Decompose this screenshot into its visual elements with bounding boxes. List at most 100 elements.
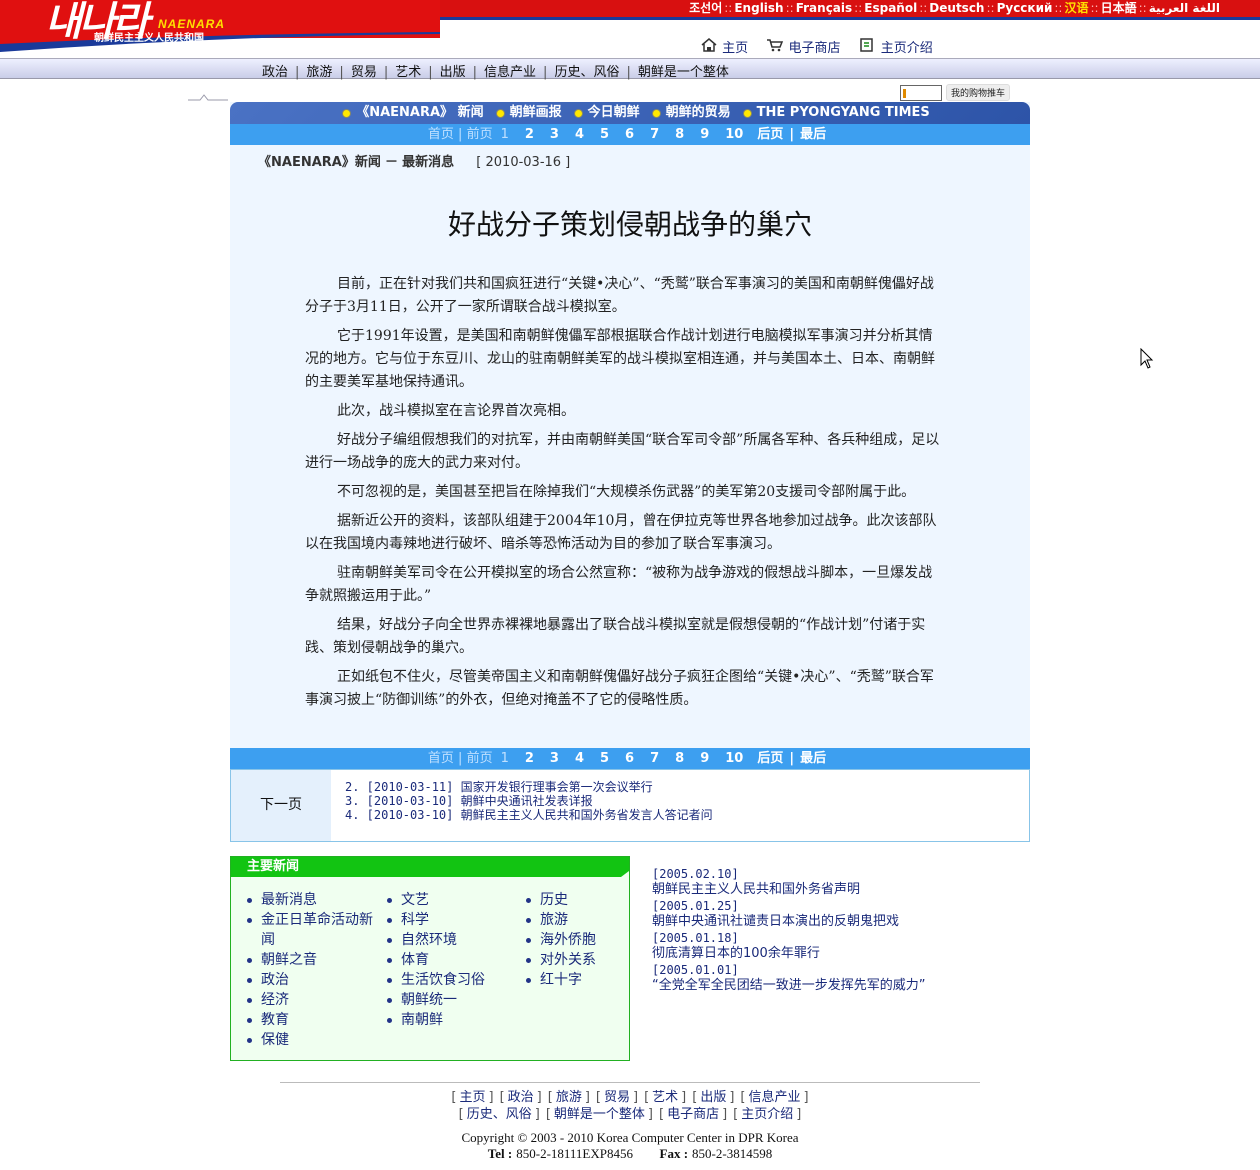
nav-item[interactable]: 信息产业 <box>484 65 536 80</box>
section-link[interactable]: THE PYONGYANG TIMES <box>757 105 930 120</box>
footer-bracket: [ <box>740 1090 746 1105</box>
footer-link[interactable]: 出版 <box>700 1090 726 1105</box>
pager-prev[interactable]: 前页 <box>467 751 493 766</box>
nav-item[interactable]: 历史、风俗 <box>554 65 619 80</box>
pager-last[interactable]: 最后 <box>794 127 832 142</box>
breadcrumb-section[interactable]: 最新消息 <box>402 155 454 170</box>
language-link[interactable]: 조선어 <box>689 1 722 15</box>
shopping-cart[interactable]: 我的购物推车 <box>900 84 1011 101</box>
pager-prev[interactable]: 前页 <box>467 127 493 142</box>
news-category-link[interactable]: 保健 <box>247 1030 377 1050</box>
pager-page[interactable]: 7 <box>642 751 667 766</box>
pager-page[interactable]: 6 <box>617 127 642 142</box>
footer-link[interactable]: 旅游 <box>556 1090 582 1105</box>
footer-link[interactable]: 电子商店 <box>667 1107 719 1122</box>
pager-page[interactable]: 2 <box>517 127 542 142</box>
news-category-link[interactable]: 政治 <box>247 970 377 990</box>
news-category-link[interactable]: 最新消息 <box>247 890 377 910</box>
pager-page[interactable]: 4 <box>567 751 592 766</box>
pager-page[interactable]: 6 <box>617 751 642 766</box>
language-link[interactable]: Español <box>864 1 917 15</box>
footer-link[interactable]: 信息产业 <box>749 1090 801 1105</box>
pager-page[interactable]: 8 <box>667 127 692 142</box>
news-category-link[interactable]: 科学 <box>387 910 507 930</box>
top-link-about[interactable]: 主页介绍 <box>859 38 933 56</box>
pager-page[interactable]: 5 <box>592 127 617 142</box>
section-link[interactable]: 今日朝鲜 <box>588 105 640 120</box>
footer-bracket: [ <box>458 1107 464 1122</box>
news-category-link[interactable]: 南朝鲜 <box>387 1010 507 1030</box>
news-category-link[interactable]: 历史 <box>526 890 616 910</box>
pager-page[interactable]: 10 <box>717 751 751 766</box>
news-category-link[interactable]: 金正日革命活动新闻 <box>247 910 377 950</box>
news-category-link[interactable]: 教育 <box>247 1010 377 1030</box>
archive-link[interactable]: “全党全军全民团结一致进一步发挥先军的威力” <box>652 978 982 994</box>
pager-page[interactable]: 3 <box>542 751 567 766</box>
archive-link[interactable]: 朝鲜中央通讯社谴责日本演出的反朝鬼把戏 <box>652 914 982 930</box>
breadcrumb-source[interactable]: 《NAENARA》新闻 <box>258 155 381 170</box>
pager-current: 1 <box>500 127 509 142</box>
pager-page[interactable]: 9 <box>692 127 717 142</box>
footer-link[interactable]: 主页介绍 <box>741 1107 793 1122</box>
archive-link[interactable]: 朝鲜民主主义人民共和国外务省声明 <box>652 882 982 898</box>
pager-page[interactable]: 2 <box>517 751 542 766</box>
news-category-link[interactable]: 朝鲜之音 <box>247 950 377 970</box>
pager-page[interactable]: 4 <box>567 127 592 142</box>
next-article-link[interactable]: 4. [2010-03-10] 朝鲜民主主义人民共和国外务省发言人答记者问 <box>345 808 713 822</box>
language-link[interactable]: اللغة العربية <box>1149 1 1220 15</box>
news-category-link[interactable]: 文艺 <box>387 890 507 910</box>
pager-page[interactable]: 9 <box>692 751 717 766</box>
footer-link[interactable]: 历史、风俗 <box>467 1107 532 1122</box>
section-link[interactable]: 《NAENARA》 新闻 <box>356 105 483 120</box>
language-link[interactable]: 日本語 <box>1101 1 1137 15</box>
footer-link[interactable]: 艺术 <box>652 1090 678 1105</box>
pager-next[interactable]: 后页 <box>751 751 789 766</box>
nav-item[interactable]: 出版 <box>440 65 466 80</box>
footer-link[interactable]: 贸易 <box>604 1090 630 1105</box>
footer-link[interactable]: 政治 <box>508 1090 534 1105</box>
news-category-link[interactable]: 海外侨胞 <box>526 930 616 950</box>
language-link[interactable]: 汉语 <box>1064 1 1088 15</box>
next-article-link[interactable]: 3. [2010-03-10] 朝鲜中央通讯社发表详报 <box>345 794 713 808</box>
footer-link[interactable]: 主页 <box>459 1090 485 1105</box>
pager-first[interactable]: 首页 <box>428 751 454 766</box>
news-category-link[interactable]: 对外关系 <box>526 950 616 970</box>
pager-page[interactable]: 5 <box>592 751 617 766</box>
top-link-shop[interactable]: 电子商店 <box>766 39 844 56</box>
nav-item[interactable]: 旅游 <box>306 65 332 80</box>
news-category-link[interactable]: 红十字 <box>526 970 616 990</box>
nav-item[interactable]: 艺术 <box>395 65 421 80</box>
pager-last[interactable]: 最后 <box>794 751 832 766</box>
pager-first[interactable]: 首页 <box>428 127 454 142</box>
language-link[interactable]: Русский <box>997 1 1053 15</box>
archive-link[interactable]: 彻底清算日本的100余年罪行 <box>652 946 982 962</box>
next-article-link[interactable]: 2. [2010-03-11] 国家开发银行理事会第一次会议举行 <box>345 780 713 794</box>
nav-item[interactable]: 政治 <box>262 65 288 80</box>
pager-page[interactable]: 3 <box>542 127 567 142</box>
article-paragraph: 结果，好战分子向全世界赤裸裸地暴露出了联合战斗模拟室就是假想侵朝的“作战计划”付… <box>305 617 926 656</box>
language-link[interactable]: Deutsch <box>929 1 984 15</box>
logo[interactable]: 내나라 NAENARA 朝鲜民主主义人民共和国 <box>0 0 440 55</box>
section-link[interactable]: 朝鲜画报 <box>510 105 562 120</box>
section-link[interactable]: 朝鲜的贸易 <box>666 105 731 120</box>
pager-next[interactable]: 后页 <box>751 127 789 142</box>
news-category-link[interactable]: 旅游 <box>526 910 616 930</box>
language-link[interactable]: English <box>734 1 783 15</box>
nav-separator: | <box>472 65 478 80</box>
pager-page[interactable]: 7 <box>642 127 667 142</box>
news-category-link[interactable]: 朝鲜统一 <box>387 990 507 1010</box>
footer-bracket: ] <box>681 1090 687 1105</box>
language-link[interactable]: Français <box>796 1 852 15</box>
nav-item[interactable]: 贸易 <box>351 65 377 80</box>
news-category-link[interactable]: 生活饮食习俗 <box>387 970 507 990</box>
pager-page[interactable]: 10 <box>717 127 751 142</box>
footer-link[interactable]: 朝鲜是一个整体 <box>554 1107 645 1122</box>
pager-page[interactable]: 8 <box>667 751 692 766</box>
nav-item[interactable]: 朝鲜是一个整体 <box>638 65 729 80</box>
news-category-link[interactable]: 自然环境 <box>387 930 507 950</box>
news-category-link[interactable]: 经济 <box>247 990 377 1010</box>
top-link-home[interactable]: 主页 <box>700 38 752 56</box>
article-title: 好战分子策划侵朝战争的巢穴 <box>447 208 812 241</box>
logo-subtitle: 朝鲜民主主义人民共和国 <box>94 33 204 44</box>
news-category-link[interactable]: 体育 <box>387 950 507 970</box>
